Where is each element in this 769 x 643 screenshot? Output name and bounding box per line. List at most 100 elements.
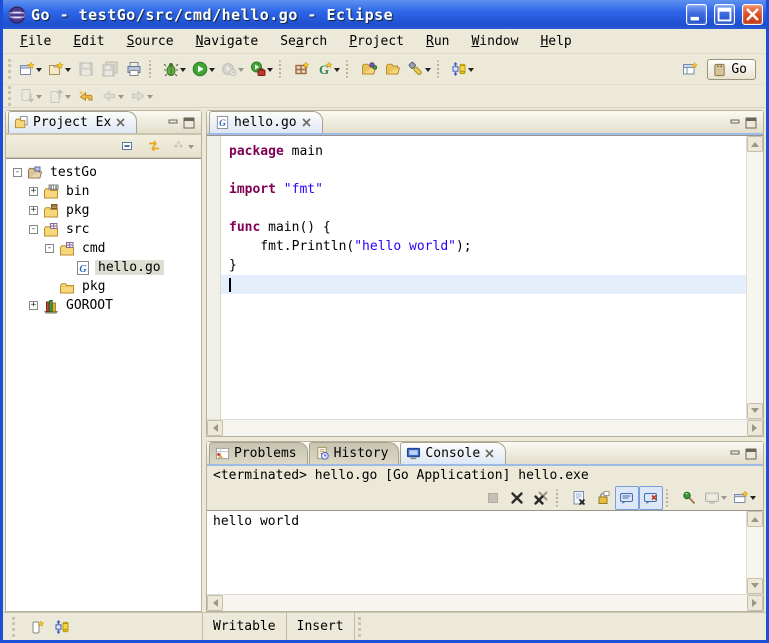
code-line[interactable] bbox=[221, 161, 746, 180]
external-tools-button[interactable] bbox=[247, 57, 276, 81]
minimize-view-button[interactable] bbox=[730, 448, 742, 460]
open-go-element-button[interactable] bbox=[357, 57, 381, 81]
remove-all-launches-button[interactable] bbox=[529, 486, 553, 510]
last-edit-location-button[interactable] bbox=[74, 84, 98, 108]
print-button[interactable] bbox=[122, 57, 146, 81]
pin-console-button[interactable] bbox=[677, 486, 701, 510]
collapse-all-button[interactable] bbox=[116, 134, 140, 158]
close-button[interactable] bbox=[742, 4, 763, 25]
open-resource-button[interactable] bbox=[381, 57, 405, 81]
code-line[interactable]: import "fmt" bbox=[221, 180, 746, 199]
maximize-view-button[interactable] bbox=[745, 117, 757, 129]
minimize-view-button[interactable] bbox=[168, 117, 180, 129]
close-icon[interactable] bbox=[301, 117, 312, 128]
open-perspective-button[interactable] bbox=[678, 57, 702, 81]
console-horizontal-scrollbar[interactable] bbox=[207, 594, 763, 611]
new-go-element-button[interactable] bbox=[45, 57, 74, 81]
menu-file[interactable]: File bbox=[11, 32, 60, 51]
open-console-icon bbox=[733, 490, 749, 506]
tree-item-hello-go[interactable]: G hello.go bbox=[6, 258, 201, 277]
menu-window[interactable]: Window bbox=[462, 32, 527, 51]
view-menu-button[interactable] bbox=[168, 134, 197, 158]
go-perspective-button[interactable]: Go bbox=[707, 59, 756, 80]
next-annotation-button[interactable] bbox=[16, 84, 45, 108]
clear-console-button[interactable] bbox=[567, 486, 591, 510]
tree-item-goroot[interactable]: + GOROOT bbox=[6, 296, 201, 315]
close-icon[interactable] bbox=[115, 117, 126, 128]
maximize-view-button[interactable] bbox=[183, 117, 195, 129]
console-output[interactable]: hello world bbox=[207, 511, 746, 594]
show-stdout-changed-button[interactable] bbox=[615, 486, 639, 510]
menu-source[interactable]: Source bbox=[118, 32, 183, 51]
tree-item-testgo[interactable]: - testGo bbox=[6, 163, 201, 182]
open-console-button[interactable] bbox=[730, 486, 759, 510]
show-stderr-changed-button[interactable] bbox=[639, 486, 663, 510]
expander-icon[interactable]: - bbox=[45, 244, 54, 253]
problems-icon bbox=[215, 446, 230, 461]
expander-icon[interactable]: + bbox=[29, 187, 38, 196]
remove-launch-button[interactable] bbox=[505, 486, 529, 510]
expander-icon[interactable]: - bbox=[13, 168, 22, 177]
tab-project-explorer[interactable]: Project Ex bbox=[8, 111, 137, 133]
display-console-button[interactable] bbox=[701, 486, 730, 510]
open-go-element-icon bbox=[361, 61, 377, 77]
tree-item-src[interactable]: - src bbox=[6, 220, 201, 239]
save-all-button[interactable] bbox=[98, 57, 122, 81]
minimize-view-button[interactable] bbox=[730, 117, 742, 129]
terminate-button[interactable] bbox=[481, 486, 505, 510]
run-button[interactable] bbox=[189, 57, 218, 81]
new-go-type-button[interactable]: G bbox=[314, 57, 343, 81]
menu-run[interactable]: Run bbox=[417, 32, 458, 51]
code-line[interactable]: fmt.Println("hello world"); bbox=[221, 237, 746, 256]
close-icon[interactable] bbox=[484, 448, 495, 459]
forward-button[interactable] bbox=[127, 84, 156, 108]
tree-item-src-pkg[interactable]: pkg bbox=[6, 277, 201, 296]
project-folder-icon bbox=[27, 165, 43, 181]
previous-annotation-button[interactable] bbox=[45, 84, 74, 108]
code-line[interactable] bbox=[221, 199, 746, 218]
search-button[interactable] bbox=[405, 57, 434, 81]
maximize-button[interactable] bbox=[714, 4, 735, 25]
link-with-editor-button[interactable] bbox=[142, 134, 166, 158]
debug-button[interactable] bbox=[160, 57, 189, 81]
minimize-button[interactable] bbox=[686, 4, 707, 25]
tab-history[interactable]: History bbox=[309, 442, 400, 464]
scroll-up-icon bbox=[747, 511, 763, 527]
maximize-view-button[interactable] bbox=[745, 448, 757, 460]
scroll-lock-button[interactable] bbox=[591, 486, 615, 510]
code-line[interactable] bbox=[221, 275, 746, 294]
editor-vertical-scrollbar[interactable] bbox=[746, 136, 763, 419]
code-line[interactable]: func main() { bbox=[221, 218, 746, 237]
menu-navigate[interactable]: Navigate bbox=[187, 32, 268, 51]
new-go-package-button[interactable] bbox=[290, 57, 314, 81]
titlebar[interactable]: Go - testGo/src/cmd/hello.go - Eclipse bbox=[3, 0, 766, 29]
tree-item-pkg[interactable]: + pkg bbox=[6, 201, 201, 220]
menu-project[interactable]: Project bbox=[340, 32, 413, 51]
expander-icon[interactable]: + bbox=[29, 206, 38, 215]
main-toolbar: G Go bbox=[3, 54, 766, 85]
menu-help[interactable]: Help bbox=[531, 32, 580, 51]
code-line[interactable]: } bbox=[221, 256, 746, 275]
tree-item-cmd[interactable]: - cmd bbox=[6, 239, 201, 258]
console-vertical-scrollbar[interactable] bbox=[746, 511, 763, 594]
tab-problems[interactable]: Problems bbox=[209, 442, 308, 464]
expander-icon[interactable]: - bbox=[29, 225, 38, 234]
fast-view-button[interactable] bbox=[26, 617, 50, 637]
run-last-tool-button[interactable] bbox=[218, 57, 247, 81]
tab-console[interactable]: Console bbox=[400, 442, 506, 464]
run-icon bbox=[192, 61, 208, 77]
launch-config-button[interactable] bbox=[448, 57, 477, 81]
back-button[interactable] bbox=[98, 84, 127, 108]
pkg-folder-icon bbox=[43, 203, 59, 219]
editor-horizontal-scrollbar[interactable] bbox=[207, 419, 763, 436]
expander-icon[interactable]: + bbox=[29, 301, 38, 310]
save-button[interactable] bbox=[74, 57, 98, 81]
tree-item-bin[interactable]: + 010 bin bbox=[6, 182, 201, 201]
code-editor[interactable]: package main import "fmt" func main() { fm… bbox=[221, 136, 746, 419]
menu-edit[interactable]: Edit bbox=[64, 32, 113, 51]
code-line[interactable]: package main bbox=[221, 142, 746, 161]
menu-search[interactable]: Search bbox=[271, 32, 336, 51]
launch-control-button[interactable] bbox=[50, 617, 74, 637]
new-button[interactable] bbox=[16, 57, 45, 81]
tab-hello-go[interactable]: G hello.go bbox=[209, 111, 323, 133]
